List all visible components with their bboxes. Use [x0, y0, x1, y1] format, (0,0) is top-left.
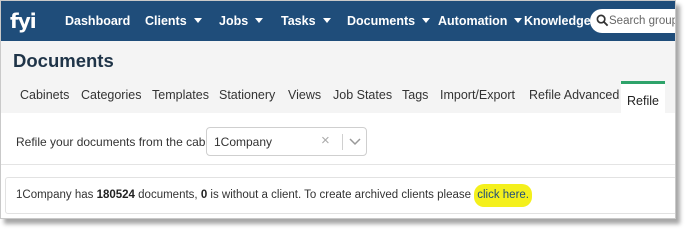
- nav-automation[interactable]: Automation: [438, 13, 523, 31]
- tab-job-states[interactable]: Job States: [333, 88, 392, 102]
- info-text: 1Company has 180524 documents, 0 is with…: [16, 184, 532, 207]
- refile-info-message: 1Company has 180524 documents, 0 is with…: [5, 177, 675, 214]
- info-has: has: [74, 189, 94, 201]
- fyi-logo[interactable]: fyi: [10, 7, 40, 35]
- nav-clients-label: Clients: [145, 14, 187, 28]
- without-client-count: 0: [200, 189, 208, 201]
- chevron-down-icon: [193, 18, 202, 23]
- chevron-down-icon: [255, 18, 264, 23]
- tab-stationery[interactable]: Stationery: [219, 88, 275, 102]
- create-archived-clients-link[interactable]: click here.: [474, 184, 532, 207]
- nav-dashboard-label: Dashboard: [65, 14, 131, 28]
- nav-automation-label: Automation: [438, 14, 508, 28]
- search-box[interactable]: [590, 9, 675, 33]
- tab-import-export[interactable]: Import/Export: [440, 88, 515, 102]
- chevron-down-icon: [422, 18, 431, 23]
- cabinet-name: 1Company: [16, 189, 72, 201]
- select-divider: [342, 134, 343, 150]
- top-navigation-bar: fyi Dashboard Clients Jobs Tasks Documen…: [1, 1, 675, 41]
- cabinet-select-value: 1Company: [214, 135, 273, 149]
- app-window: fyi Dashboard Clients Jobs Tasks Documen…: [0, 0, 676, 219]
- nav-jobs[interactable]: Jobs: [219, 13, 264, 31]
- tab-refile[interactable]: Refile: [621, 81, 665, 114]
- tab-tags[interactable]: Tags: [402, 88, 428, 102]
- chevron-down-icon: [322, 18, 331, 23]
- info-rest: is without a client. To create archived …: [210, 189, 472, 201]
- tab-refile-advanced[interactable]: Refile Advanced: [529, 88, 619, 102]
- tab-cabinets[interactable]: Cabinets: [20, 88, 69, 102]
- divider: [1, 164, 675, 165]
- nav-tasks[interactable]: Tasks: [281, 13, 331, 31]
- clear-icon[interactable]: ×: [321, 133, 330, 149]
- tab-categories[interactable]: Categories: [81, 88, 141, 102]
- nav-jobs-label: Jobs: [219, 14, 249, 28]
- chevron-down-icon[interactable]: [349, 137, 361, 146]
- nav-tasks-label: Tasks: [281, 14, 316, 28]
- tab-templates[interactable]: Templates: [152, 88, 209, 102]
- documents-count: 180524: [96, 189, 135, 201]
- chevron-down-icon: [514, 18, 523, 23]
- cabinet-select-label: Refile your documents from the cabinet:: [16, 135, 229, 149]
- nav-documents-label: Documents: [347, 14, 416, 28]
- refile-panel: Refile your documents from the cabinet: …: [1, 113, 675, 218]
- nav-clients[interactable]: Clients: [145, 13, 202, 31]
- nav-knowledge[interactable]: Knowledge: [524, 13, 591, 31]
- nav-documents[interactable]: Documents: [347, 13, 431, 31]
- cabinet-select[interactable]: 1Company ×: [206, 127, 367, 156]
- search-input[interactable]: [609, 11, 675, 31]
- search-icon: [596, 14, 609, 27]
- page-title: Documents: [13, 50, 114, 71]
- tab-bar: Cabinets Categories Templates Stationery…: [1, 81, 675, 114]
- nav-knowledge-label: Knowledge: [524, 14, 591, 28]
- tab-views[interactable]: Views: [288, 88, 321, 102]
- nav-dashboard[interactable]: Dashboard: [65, 13, 130, 31]
- info-documents: documents,: [138, 189, 198, 201]
